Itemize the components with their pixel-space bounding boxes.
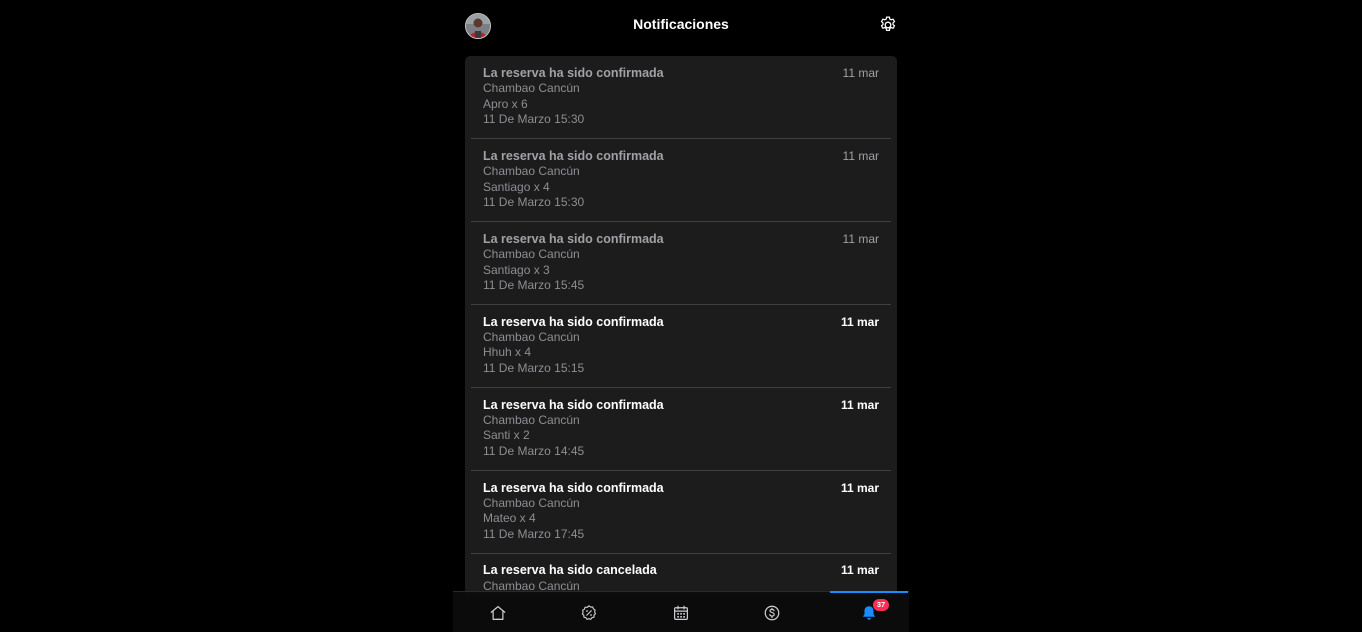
settings-button[interactable] xyxy=(878,15,898,35)
nav-discounts[interactable] xyxy=(550,592,628,632)
notification-datetime: 11 De Marzo 15:15 xyxy=(483,361,585,375)
nav-notifications[interactable]: 37 xyxy=(830,591,908,632)
notification-restaurant: Chambao Cancún xyxy=(483,247,580,261)
notification-date: 11 mar xyxy=(840,481,879,495)
page-title: Notificaciones xyxy=(633,16,729,32)
dollar-icon xyxy=(764,605,780,621)
notification-date: 11 mar xyxy=(840,315,879,329)
notification-item[interactable]: La reserva ha sido confirmada 11 mar Cha… xyxy=(471,388,891,471)
notification-item[interactable]: La reserva ha sido confirmada 11 mar Cha… xyxy=(471,305,891,388)
notification-guest: Santi x 2 xyxy=(483,428,530,442)
home-icon xyxy=(490,606,506,620)
notification-guest: Mateo x 4 xyxy=(483,511,536,525)
notification-guest: Santiago x 3 xyxy=(483,263,550,277)
discount-icon xyxy=(581,605,597,620)
notification-count-badge: 37 xyxy=(873,599,889,611)
notification-date: 11 mar xyxy=(842,66,879,80)
notification-title: La reserva ha sido confirmada xyxy=(483,149,664,163)
calendar-icon xyxy=(674,605,688,620)
notification-date: 11 mar xyxy=(842,232,879,246)
notification-restaurant: Chambao Cancún xyxy=(483,164,580,178)
notification-item[interactable]: La reserva ha sido confirmada 11 mar Cha… xyxy=(471,56,891,139)
notification-datetime: 11 De Marzo 17:45 xyxy=(483,527,585,541)
notification-date: 11 mar xyxy=(842,149,879,163)
notification-datetime: 11 De Marzo 15:45 xyxy=(483,278,585,292)
notification-title: La reserva ha sido confirmada xyxy=(483,315,664,329)
nav-payments[interactable] xyxy=(733,592,811,632)
notification-title: La reserva ha sido confirmada xyxy=(483,481,664,495)
notification-guest: Apro x 6 xyxy=(483,97,528,111)
bottom-nav: 37 xyxy=(453,591,909,632)
notification-title: La reserva ha sido confirmada xyxy=(483,66,664,80)
notification-title: La reserva ha sido confirmada xyxy=(483,398,664,412)
notification-date: 11 mar xyxy=(840,398,879,412)
notification-datetime: 11 De Marzo 14:45 xyxy=(483,444,585,458)
header: Notificaciones xyxy=(453,0,909,50)
notification-item[interactable]: La reserva ha sido confirmada 11 mar Cha… xyxy=(471,139,891,222)
notification-item[interactable]: La reserva ha sido cancelada 11 mar Cham… xyxy=(471,554,891,596)
notification-item[interactable]: La reserva ha sido confirmada 11 mar Cha… xyxy=(471,471,891,554)
notification-date: 11 mar xyxy=(840,563,879,577)
notification-list[interactable]: La reserva ha sido confirmada 11 mar Cha… xyxy=(465,56,897,596)
nav-home[interactable] xyxy=(459,592,537,632)
notification-restaurant: Chambao Cancún xyxy=(483,81,580,95)
gear-icon xyxy=(880,16,896,31)
notification-restaurant: Chambao Cancún xyxy=(483,330,580,344)
nav-calendar[interactable] xyxy=(642,592,720,632)
notification-item[interactable]: La reserva ha sido confirmada 11 mar Cha… xyxy=(471,222,891,305)
notification-title: La reserva ha sido cancelada xyxy=(483,563,657,577)
notification-datetime: 11 De Marzo 15:30 xyxy=(483,195,585,209)
notification-title: La reserva ha sido confirmada xyxy=(483,232,664,246)
app-shell: Notificaciones La reserva ha sido confir… xyxy=(453,0,909,632)
notification-restaurant: Chambao Cancún xyxy=(483,496,580,510)
notification-restaurant: Chambao Cancún xyxy=(483,413,580,427)
notification-guest: Santiago x 4 xyxy=(483,180,550,194)
notification-datetime: 11 De Marzo 15:30 xyxy=(483,112,585,126)
notification-guest: Hhuh x 4 xyxy=(483,345,532,359)
